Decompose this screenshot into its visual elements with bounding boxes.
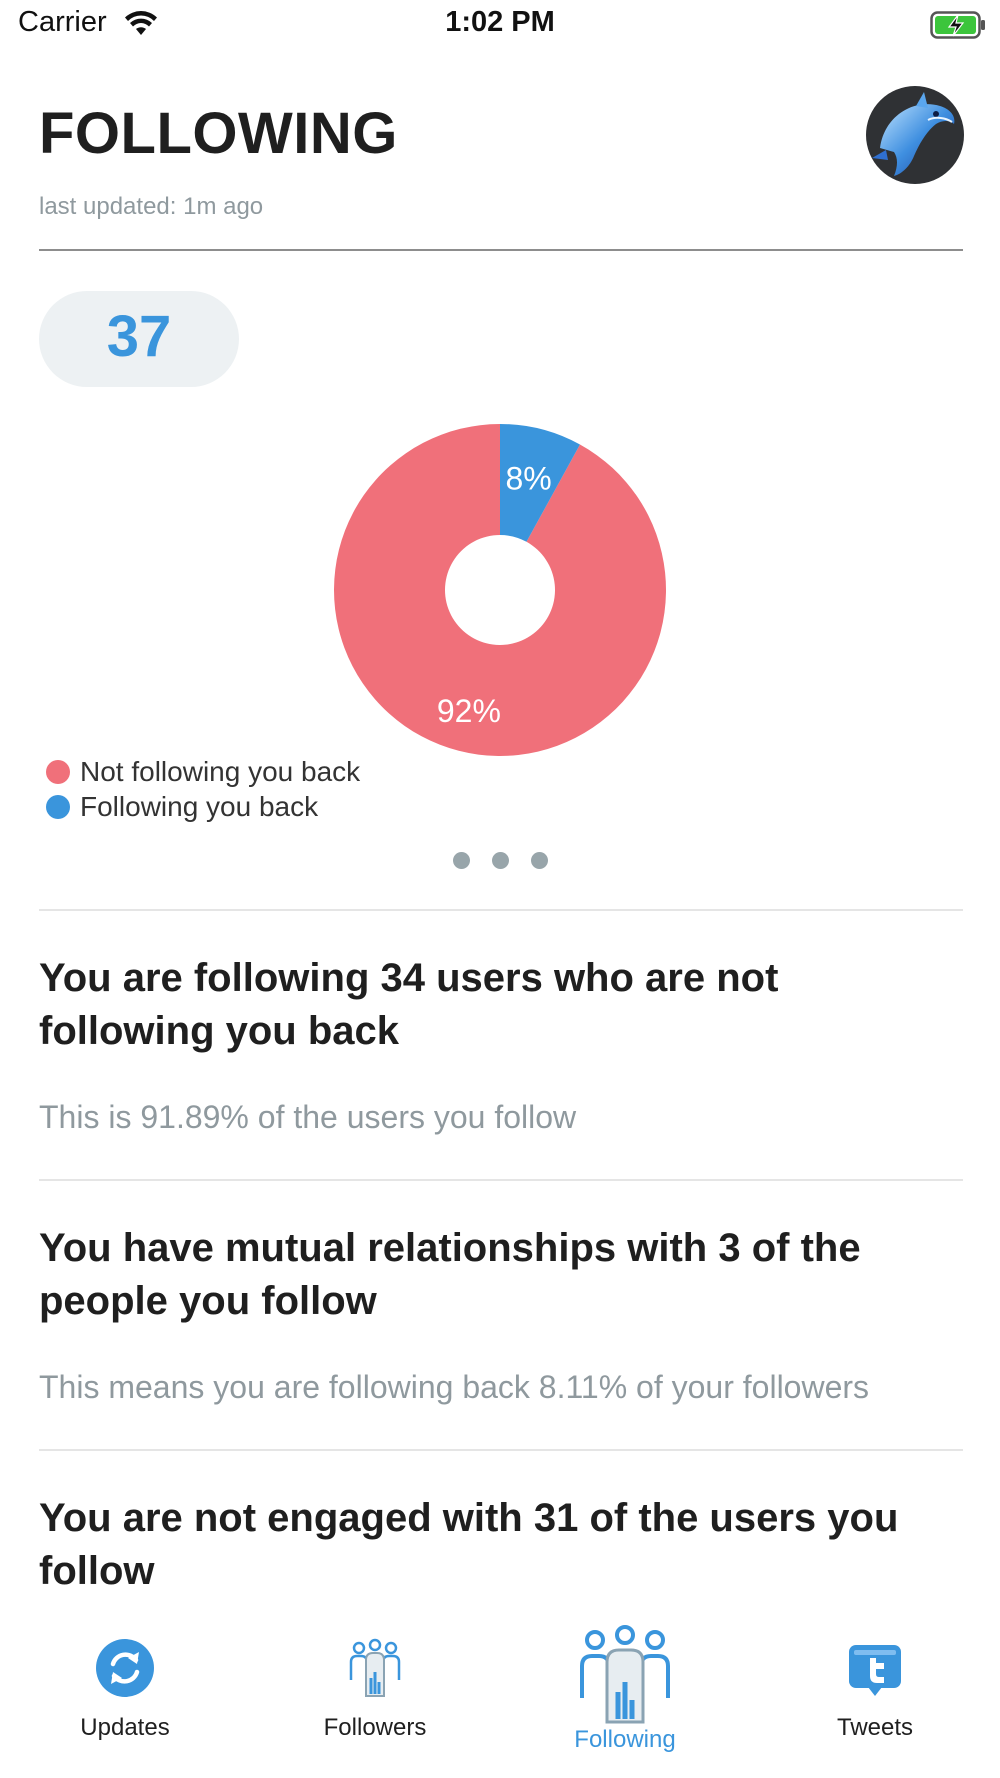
page-indicator[interactable]: [0, 852, 1000, 869]
tab-following[interactable]: Following: [500, 1610, 750, 1778]
followers-icon: [349, 1638, 401, 1697]
legend-item-not-following: Not following you back: [46, 756, 360, 788]
tab-label: Tweets: [836, 1714, 914, 1741]
page-dot[interactable]: [530, 852, 548, 869]
insight-title: You are not engaged with 31 of the users…: [39, 1496, 899, 1593]
last-updated-text: last updated: 1m ago: [39, 193, 264, 220]
legend-label: Following you back: [80, 791, 319, 822]
following-donut-chart: 92% 8%: [334, 424, 666, 756]
legend-label: Not following you back: [80, 756, 361, 787]
legend-swatch: [46, 795, 70, 819]
slice-label: 92%: [437, 693, 501, 729]
page-dot[interactable]: [491, 852, 509, 869]
tab-label: Following: [574, 1726, 676, 1753]
insight-subtitle: This means you are following back 8.11% …: [39, 1369, 870, 1405]
section-divider: [39, 909, 963, 911]
slice-label: 8%: [505, 461, 551, 497]
header-divider: [39, 249, 963, 251]
insight-title: You are following 34 users who are not f…: [39, 956, 779, 1053]
updates-icon: [96, 1639, 154, 1697]
legend-item-following: Following you back: [46, 791, 318, 823]
tweets-icon: [849, 1645, 901, 1696]
insight-subtitle: This is 91.89% of the users you follow: [39, 1099, 577, 1135]
battery-charging-icon: [930, 11, 985, 39]
section-divider: [39, 1449, 963, 1451]
section-divider: [39, 1179, 963, 1181]
page-title: FOLLOWING: [39, 101, 398, 166]
tab-followers[interactable]: Followers: [250, 1610, 500, 1778]
status-time: 1:02 PM: [445, 6, 555, 38]
insight-title: You have mutual relationships with 3 of …: [39, 1226, 861, 1323]
tab-label: Followers: [323, 1714, 427, 1741]
following-count: 37: [106, 304, 172, 369]
tab-label: Updates: [80, 1714, 170, 1741]
tab-bar: Updates Followers Following Tweets: [0, 1610, 1000, 1778]
following-icon: [580, 1625, 670, 1724]
page-dot[interactable]: [452, 852, 470, 869]
tab-updates[interactable]: Updates: [0, 1610, 250, 1778]
tab-tweets[interactable]: Tweets: [750, 1610, 1000, 1778]
dolphin-avatar-image: [872, 92, 955, 176]
avatar[interactable]: [866, 86, 964, 184]
legend-swatch: [46, 760, 70, 784]
